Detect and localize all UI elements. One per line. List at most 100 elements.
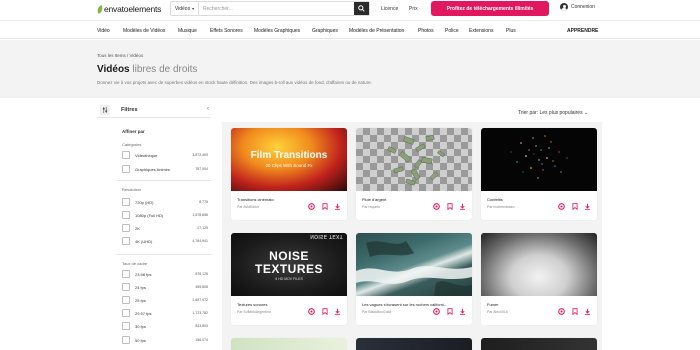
- filter-resolution-4k[interactable]: 4K (UHD) 4,764,941: [122, 237, 208, 245]
- card-title[interactable]: Confettis: [487, 197, 503, 202]
- filter-resolution-720p[interactable]: 720p (HD) 8,775: [122, 198, 208, 206]
- download-button[interactable]: [459, 203, 466, 210]
- nav-item-sound-effects[interactable]: Effets Sonores: [210, 28, 243, 34]
- card-title[interactable]: Fumer: [487, 302, 499, 307]
- search-category-select[interactable]: Vidéos ▾: [171, 2, 199, 15]
- video-thumbnail[interactable]: NOISE TEXT NOISE TEXTURES 6 HD MOV FILES: [231, 233, 347, 296]
- checkbox[interactable]: [122, 322, 130, 330]
- bookmark-button[interactable]: [446, 308, 453, 315]
- nav-item-video[interactable]: Vidéo: [97, 28, 110, 34]
- bookmark-button[interactable]: [321, 308, 328, 315]
- filter-toggle-button[interactable]: [100, 105, 110, 115]
- video-thumbnail[interactable]: Film Transitions 20 Clips With Sound Fx: [231, 128, 347, 191]
- filter-fps-24[interactable]: 24 fps 455,808: [122, 283, 208, 291]
- bookmark-button[interactable]: [571, 308, 578, 315]
- collapse-chevron-icon[interactable]: ‹: [207, 106, 209, 112]
- card-author[interactable]: Par mohmedsaeo: [487, 205, 515, 209]
- download-button[interactable]: [334, 203, 341, 210]
- bookmark-button[interactable]: [446, 203, 453, 210]
- card-author[interactable]: Par requnic: [362, 205, 380, 209]
- download-button[interactable]: [334, 308, 341, 315]
- filter-fps-25[interactable]: 25 fps 2,697,972: [122, 296, 208, 304]
- checkbox[interactable]: [122, 336, 130, 344]
- video-card[interactable]: [356, 338, 472, 350]
- collection-button[interactable]: [308, 203, 315, 210]
- download-button[interactable]: [584, 203, 591, 210]
- video-card[interactable]: [481, 338, 597, 350]
- checkbox[interactable]: [122, 309, 130, 317]
- video-card[interactable]: NOISE TEXT NOISE TEXTURES 6 HD MOV FILES…: [231, 233, 347, 325]
- bookmark-button[interactable]: [321, 203, 328, 210]
- collection-button[interactable]: [308, 308, 315, 315]
- video-thumbnail[interactable]: [356, 128, 472, 191]
- checkbox[interactable]: [122, 165, 130, 173]
- checkbox[interactable]: [122, 211, 130, 219]
- video-card[interactable]: [231, 338, 347, 350]
- collection-button[interactable]: [433, 308, 440, 315]
- nav-learn[interactable]: APPRENDRE: [567, 28, 598, 34]
- filter-fps-50[interactable]: 50 fps 156,074: [122, 336, 208, 344]
- nav-item-presentation-templates[interactable]: Modèles de Présentation: [349, 28, 404, 34]
- collection-button[interactable]: [433, 203, 440, 210]
- filter-resolution-1080p[interactable]: 1080p (Full HD) 1,678,656: [122, 211, 208, 219]
- card-title[interactable]: Pluie d'argent: [362, 197, 386, 202]
- nav-item-graphic-templates[interactable]: Modèles Graphiques: [254, 28, 300, 34]
- collection-button[interactable]: [558, 203, 565, 210]
- checkbox[interactable]: [122, 237, 130, 245]
- nav-item-video-templates[interactable]: Modèles de Vidéos: [123, 28, 165, 34]
- search-input[interactable]: [199, 2, 354, 15]
- filter-fps-29-97[interactable]: 29.97 fps 1,723,782: [122, 309, 208, 317]
- video-card[interactable]: Film Transitions 20 Clips With Sound Fx …: [231, 128, 347, 220]
- nav-item-photos[interactable]: Photos: [418, 28, 434, 34]
- licence-link[interactable]: Licence: [381, 6, 398, 12]
- checkbox[interactable]: [122, 283, 130, 291]
- video-card[interactable]: Pluie d'argent Par requnic: [356, 128, 472, 220]
- chevron-down-icon: ▾: [192, 6, 195, 11]
- filter-sidebar: Filtres ‹ Affiner par Catégories Vidéoth…: [97, 102, 211, 350]
- bookmark-button[interactable]: [571, 203, 578, 210]
- download-button[interactable]: [459, 308, 466, 315]
- card-author[interactable]: Par AvidEditor: [237, 205, 259, 209]
- checkbox[interactable]: [122, 151, 130, 159]
- checkbox[interactable]: [122, 270, 130, 278]
- video-card[interactable]: Confettis Par mohmedsaeo: [481, 128, 597, 220]
- card-title[interactable]: Textures sonores: [237, 302, 267, 307]
- nav-item-music[interactable]: Musique: [178, 28, 197, 34]
- filter-count: 1,723,782: [192, 311, 208, 315]
- nav-item-fonts[interactable]: Police: [445, 28, 459, 34]
- filter-fps-30[interactable]: 30 fps 843,803: [122, 322, 208, 330]
- nav-item-graphics[interactable]: Graphiques: [312, 28, 338, 34]
- filter-fps-23-98[interactable]: 23.98 fps 576,125: [122, 270, 208, 278]
- pricing-link[interactable]: Prix: [409, 6, 418, 12]
- envato-logo[interactable]: envatoelements: [95, 4, 161, 14]
- filter-resolution-2k[interactable]: 2K 27,125: [122, 224, 208, 232]
- filter-category-motion-graphics[interactable]: Graphiques Animés 787,004: [122, 165, 208, 173]
- breadcrumb[interactable]: Tous les Items / Vidéos: [97, 53, 143, 58]
- card-author[interactable]: Par BlackBoxGuild: [362, 310, 391, 314]
- checkbox[interactable]: [122, 296, 130, 304]
- video-card[interactable]: Les vagues s'écrasent sur les rochers ca…: [356, 233, 472, 325]
- collection-button[interactable]: [558, 308, 565, 315]
- video-thumbnail[interactable]: [231, 338, 347, 350]
- nav-item-more[interactable]: Plus: [506, 28, 516, 34]
- video-thumbnail[interactable]: [481, 338, 597, 350]
- download-button[interactable]: [584, 308, 591, 315]
- checkbox[interactable]: [122, 224, 130, 232]
- card-author[interactable]: Par SolbibioArgentino: [237, 310, 271, 314]
- video-card[interactable]: Fumer Par Alex0016: [481, 233, 597, 325]
- video-thumbnail[interactable]: [481, 233, 597, 296]
- search-button[interactable]: [354, 2, 369, 15]
- video-thumbnail[interactable]: [481, 128, 597, 191]
- sort-select[interactable]: Trier par: Les plus populaires ⌄: [518, 110, 588, 116]
- nav-item-add-ons[interactable]: Extensions: [469, 28, 493, 34]
- card-author[interactable]: Par Alex0016: [487, 310, 508, 314]
- card-title[interactable]: Transitions cinémato: [237, 197, 274, 202]
- card-title[interactable]: Les vagues s'écrasent sur les rochers ca…: [362, 302, 447, 307]
- video-thumbnail[interactable]: [356, 338, 472, 350]
- video-thumbnail[interactable]: [356, 233, 472, 296]
- checkbox[interactable]: [122, 198, 130, 206]
- filter-category-stock-video[interactable]: Vidéothèque 3,872,409: [122, 151, 208, 159]
- download-icon: [460, 203, 465, 210]
- unlimited-downloads-button[interactable]: Profitez de téléchargements illimités: [431, 1, 549, 16]
- account-signin[interactable]: Connexion: [560, 3, 595, 11]
